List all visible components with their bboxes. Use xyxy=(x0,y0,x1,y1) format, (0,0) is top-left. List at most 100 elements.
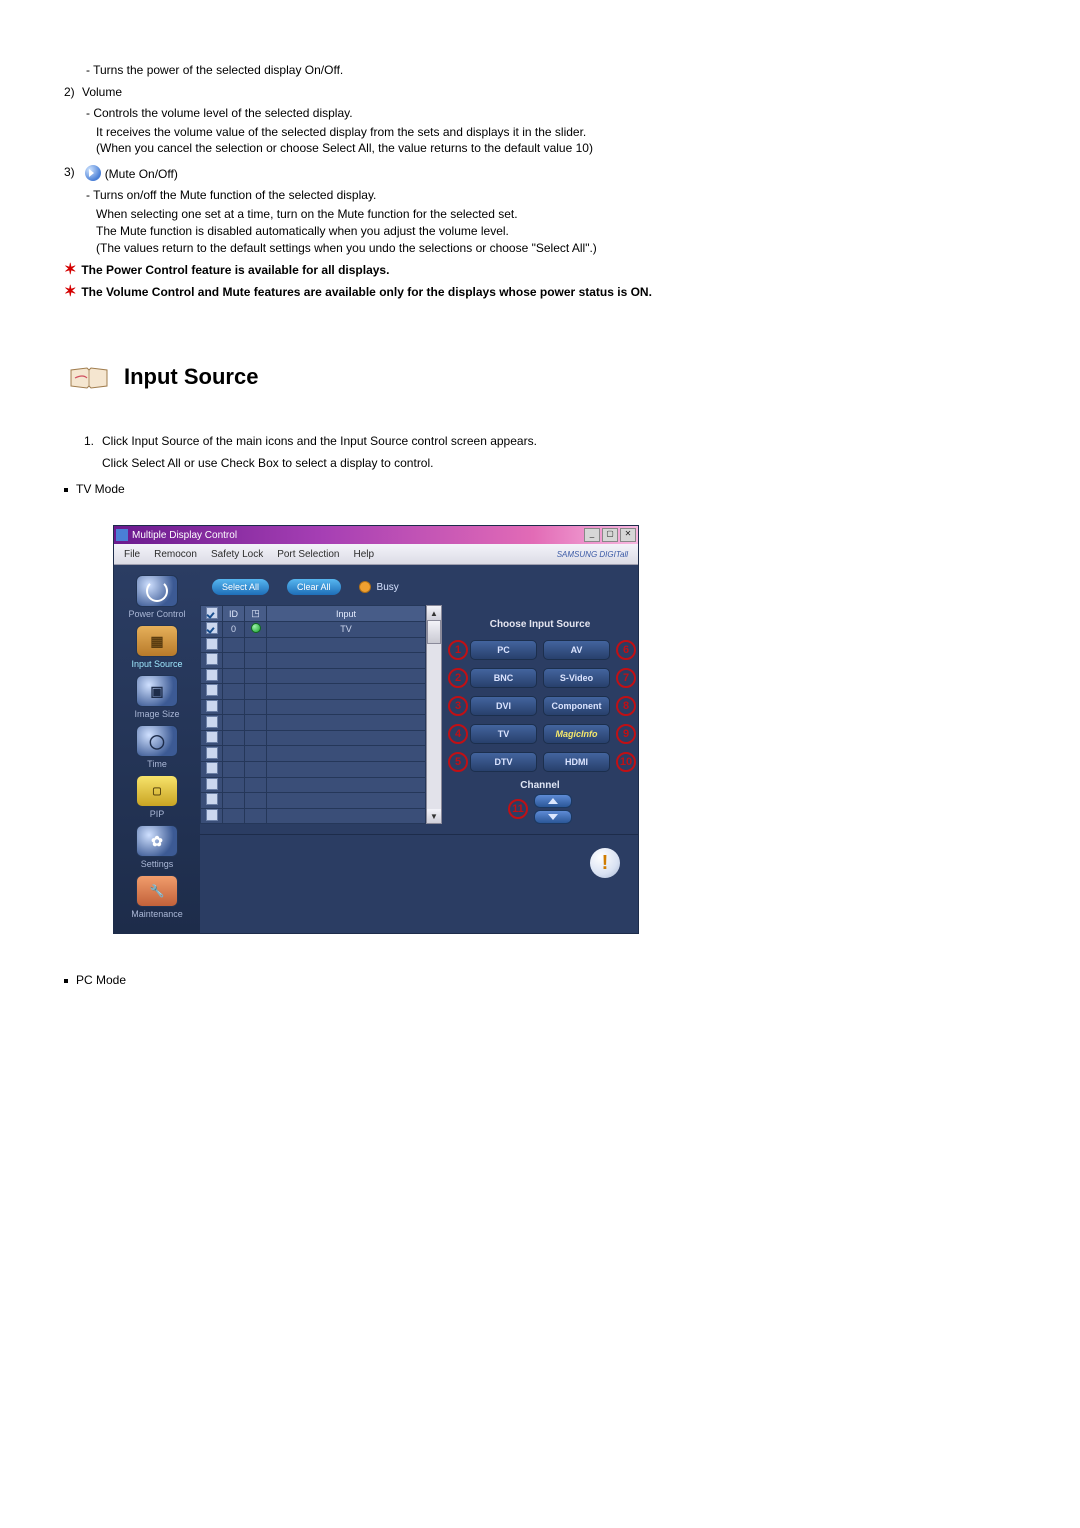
volume-desc-1: - Controls the volume level of the selec… xyxy=(64,105,1016,122)
row-checkbox[interactable] xyxy=(206,778,218,790)
source-tv-button[interactable]: TV xyxy=(470,724,537,744)
power-dial-icon xyxy=(136,575,178,607)
menu-safety-lock[interactable]: Safety Lock xyxy=(211,549,263,560)
sidebar-item-pip[interactable]: PIP xyxy=(122,775,192,819)
mute-desc-2: When selecting one set at a time, turn o… xyxy=(64,206,1016,223)
instruction-number: 1. xyxy=(84,434,102,448)
table-row[interactable] xyxy=(201,684,426,700)
scrollbar-down-icon[interactable]: ▼ xyxy=(427,809,441,823)
col-checkbox[interactable] xyxy=(201,606,223,622)
col-id[interactable]: ID xyxy=(223,606,245,622)
channel-up-button[interactable] xyxy=(534,794,572,808)
sidebar-item-input-source[interactable]: Input Source xyxy=(122,625,192,669)
select-all-button[interactable]: Select All xyxy=(212,579,269,595)
mute-desc-3: The Mute function is disabled automatica… xyxy=(64,223,1016,240)
source-svideo-button[interactable]: S-Video xyxy=(543,668,610,688)
menu-file[interactable]: File xyxy=(124,549,140,560)
col-input[interactable]: Input xyxy=(267,606,426,622)
callout-11: 11 xyxy=(508,799,528,819)
table-header-row: ID ◳ Input xyxy=(201,606,426,622)
source-dtv-button[interactable]: DTV xyxy=(470,752,537,772)
table-row[interactable] xyxy=(201,762,426,778)
scrollbar-track[interactable] xyxy=(427,620,441,809)
toolbar: Select All Clear All Busy xyxy=(200,565,638,605)
row-checkbox[interactable] xyxy=(206,653,218,665)
tv-mode-bullet: TV Mode xyxy=(64,482,1016,496)
gear-icon xyxy=(136,825,178,857)
table-row[interactable] xyxy=(201,777,426,793)
row-checkbox[interactable] xyxy=(206,700,218,712)
sidebar-item-label: Input Source xyxy=(131,659,182,669)
table-row[interactable] xyxy=(201,637,426,653)
source-dvi-button[interactable]: DVI xyxy=(470,696,537,716)
source-magicinfo-button[interactable]: MagicInfo xyxy=(543,724,610,744)
row-checkbox[interactable] xyxy=(206,731,218,743)
scrollbar-thumb[interactable] xyxy=(427,620,441,644)
callout-10: 10 xyxy=(616,752,636,772)
callout-2: 2 xyxy=(448,668,468,688)
pip-icon xyxy=(136,775,178,807)
table-row[interactable] xyxy=(201,808,426,824)
speaker-mute-icon xyxy=(85,165,101,181)
table-row[interactable] xyxy=(201,699,426,715)
volume-desc-2: It receives the volume value of the sele… xyxy=(64,124,1016,141)
sidebar: Power Control Input Source ▣ Image Size … xyxy=(114,565,200,933)
row-checkbox[interactable] xyxy=(206,762,218,774)
window-min-button[interactable]: _ xyxy=(584,528,600,542)
window-max-button[interactable]: ▢ xyxy=(602,528,618,542)
row-checkbox[interactable] xyxy=(206,716,218,728)
callout-3: 3 xyxy=(448,696,468,716)
sidebar-item-label: Maintenance xyxy=(131,909,183,919)
scrollbar-up-icon[interactable]: ▲ xyxy=(427,606,441,620)
main-area: Select All Clear All Busy xyxy=(200,565,638,933)
col-status[interactable]: ◳ xyxy=(245,606,267,622)
source-bnc-button[interactable]: BNC xyxy=(470,668,537,688)
row-checkbox[interactable] xyxy=(206,638,218,650)
sidebar-item-power-control[interactable]: Power Control xyxy=(122,575,192,619)
volume-desc-3: (When you cancel the selection or choose… xyxy=(64,140,1016,157)
star-icon: ✶ xyxy=(64,260,78,278)
busy-indicator-icon xyxy=(359,581,371,593)
menu-remocon[interactable]: Remocon xyxy=(154,549,197,560)
table-row[interactable] xyxy=(201,653,426,669)
table-row[interactable] xyxy=(201,668,426,684)
channel-down-button[interactable] xyxy=(534,810,572,824)
source-component-button[interactable]: Component xyxy=(543,696,610,716)
table-row[interactable] xyxy=(201,746,426,762)
callout-8: 8 xyxy=(616,696,636,716)
image-size-icon: ▣ xyxy=(136,675,178,707)
wrench-icon xyxy=(136,875,178,907)
note-volume-mute: ✶ The Volume Control and Mute features a… xyxy=(64,282,1016,300)
row-checkbox[interactable] xyxy=(206,793,218,805)
source-av-button[interactable]: AV xyxy=(543,640,610,660)
row-checkbox[interactable] xyxy=(206,747,218,759)
source-pc-button[interactable]: PC xyxy=(470,640,537,660)
menu-port-selection[interactable]: Port Selection xyxy=(277,549,339,560)
row-checkbox[interactable] xyxy=(206,809,218,821)
menu-help[interactable]: Help xyxy=(353,549,374,560)
instruction-l2: Click Select All or use Check Box to sel… xyxy=(102,456,1016,470)
right-panel-title: Choose Input Source xyxy=(448,619,632,630)
table-row[interactable]: 0 TV xyxy=(201,621,426,637)
sidebar-item-time[interactable]: Time xyxy=(122,725,192,769)
clear-all-button[interactable]: Clear All xyxy=(287,579,341,595)
callout-4: 4 xyxy=(448,724,468,744)
row-checkbox[interactable] xyxy=(206,684,218,696)
channel-control: Channel 11 xyxy=(448,780,632,824)
table-row[interactable] xyxy=(201,730,426,746)
table-scrollbar[interactable]: ▲ ▼ xyxy=(426,605,442,824)
mdc-window: Multiple Display Control _ ▢ ✕ File Remo… xyxy=(114,526,638,933)
note-power-control: ✶ The Power Control feature is available… xyxy=(64,260,1016,278)
row-checkbox[interactable] xyxy=(206,669,218,681)
row-input-value: TV xyxy=(267,621,426,637)
window-titlebar[interactable]: Multiple Display Control _ ▢ ✕ xyxy=(114,526,638,544)
table-row[interactable] xyxy=(201,793,426,809)
window-close-button[interactable]: ✕ xyxy=(620,528,636,542)
sidebar-item-maintenance[interactable]: Maintenance xyxy=(122,875,192,919)
row-checkbox[interactable] xyxy=(206,622,218,634)
sidebar-item-image-size[interactable]: ▣ Image Size xyxy=(122,675,192,719)
table-row[interactable] xyxy=(201,715,426,731)
callout-1: 1 xyxy=(448,640,468,660)
source-hdmi-button[interactable]: HDMI xyxy=(543,752,610,772)
sidebar-item-settings[interactable]: Settings xyxy=(122,825,192,869)
